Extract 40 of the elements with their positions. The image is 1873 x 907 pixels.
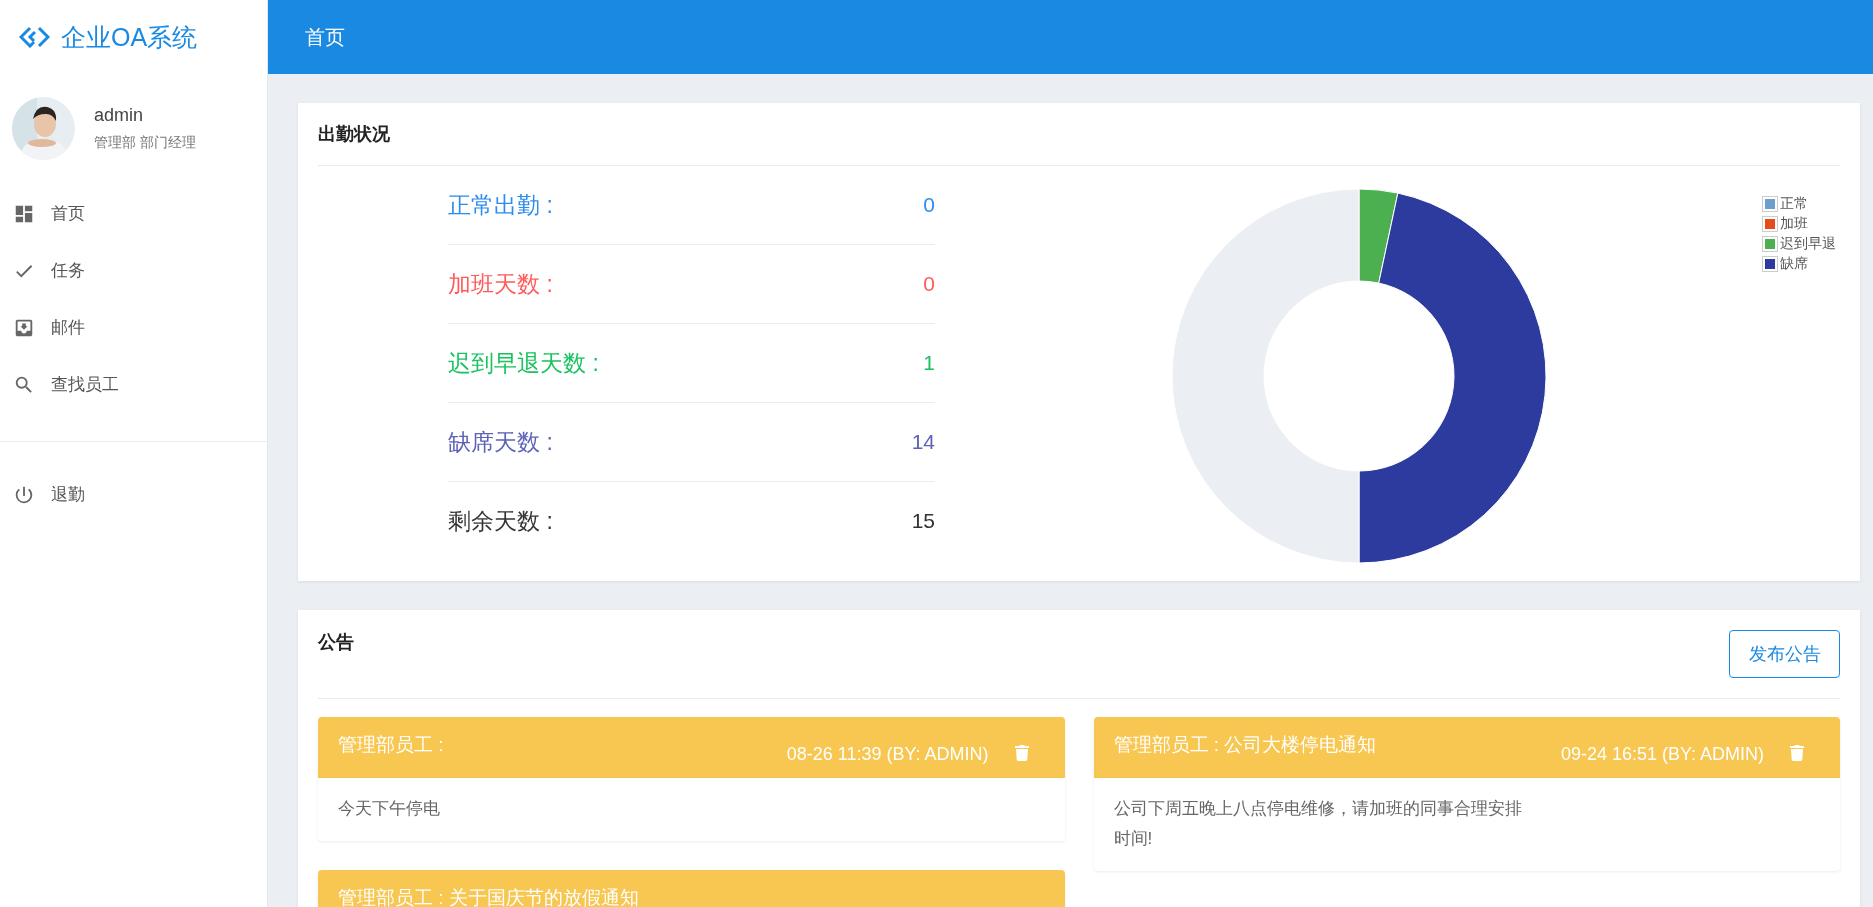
legend-label: 迟到早退	[1780, 235, 1836, 253]
nav-item[interactable]: 退勤	[0, 466, 267, 523]
notice-date: 09-24 16:51 (BY: ADMIN)	[1560, 744, 1764, 765]
stat-label: 剩余天数 :	[448, 506, 553, 536]
legend-label: 缺席	[1780, 255, 1808, 273]
legend-swatch	[1763, 217, 1777, 231]
publish-button[interactable]: 发布公告	[1729, 630, 1840, 678]
legend-swatch	[1763, 197, 1777, 211]
stat-value: 0	[923, 272, 935, 296]
app-logo: 企业OA系统	[61, 21, 198, 53]
notice-title: 管理部员工 : 公司大楼停电通知	[1113, 733, 1378, 757]
nav-item[interactable]: 首页	[0, 185, 267, 242]
legend-swatch	[1763, 237, 1777, 251]
legend-label: 正常	[1780, 195, 1808, 213]
stat-value: 0	[923, 193, 935, 217]
nav-item[interactable]: 任务	[0, 242, 267, 299]
delete-icon[interactable]	[1014, 744, 1031, 762]
page-title: 首页	[305, 24, 345, 50]
nav-item[interactable]: 邮件	[0, 299, 267, 356]
stat-value: 15	[911, 509, 935, 533]
nav-item[interactable]: 查找员工	[0, 356, 267, 413]
logo-icon	[19, 26, 50, 48]
stat-value: 14	[911, 430, 935, 454]
stat-value: 1	[923, 351, 935, 375]
stat-label: 缺席天数 :	[448, 427, 553, 457]
stat-label: 正常出勤 :	[448, 190, 553, 220]
notice-body: 今天下午停电	[337, 798, 441, 820]
notice-body: 公司下周五晚上八点停电维修，请加班的同事合理安排时间!	[1112, 798, 1523, 850]
legend-label: 加班	[1780, 215, 1808, 233]
notice-date: 08-26 11:39 (BY: ADMIN)	[786, 744, 989, 765]
notice-title: 管理部员工 : 关于国庆节的放假通知	[338, 886, 640, 907]
notice-title: 管理部员工 :	[338, 733, 445, 757]
user-name: admin	[94, 105, 145, 126]
stat-label: 加班天数 :	[448, 269, 553, 299]
legend-swatch	[1763, 257, 1777, 271]
stat-label: 迟到早退天数 :	[448, 348, 599, 378]
delete-icon[interactable]	[1790, 744, 1806, 762]
card-title: 出勤状况	[318, 123, 390, 146]
user-role: 管理部 部门经理	[94, 134, 196, 152]
card-title: 公告	[318, 631, 354, 654]
